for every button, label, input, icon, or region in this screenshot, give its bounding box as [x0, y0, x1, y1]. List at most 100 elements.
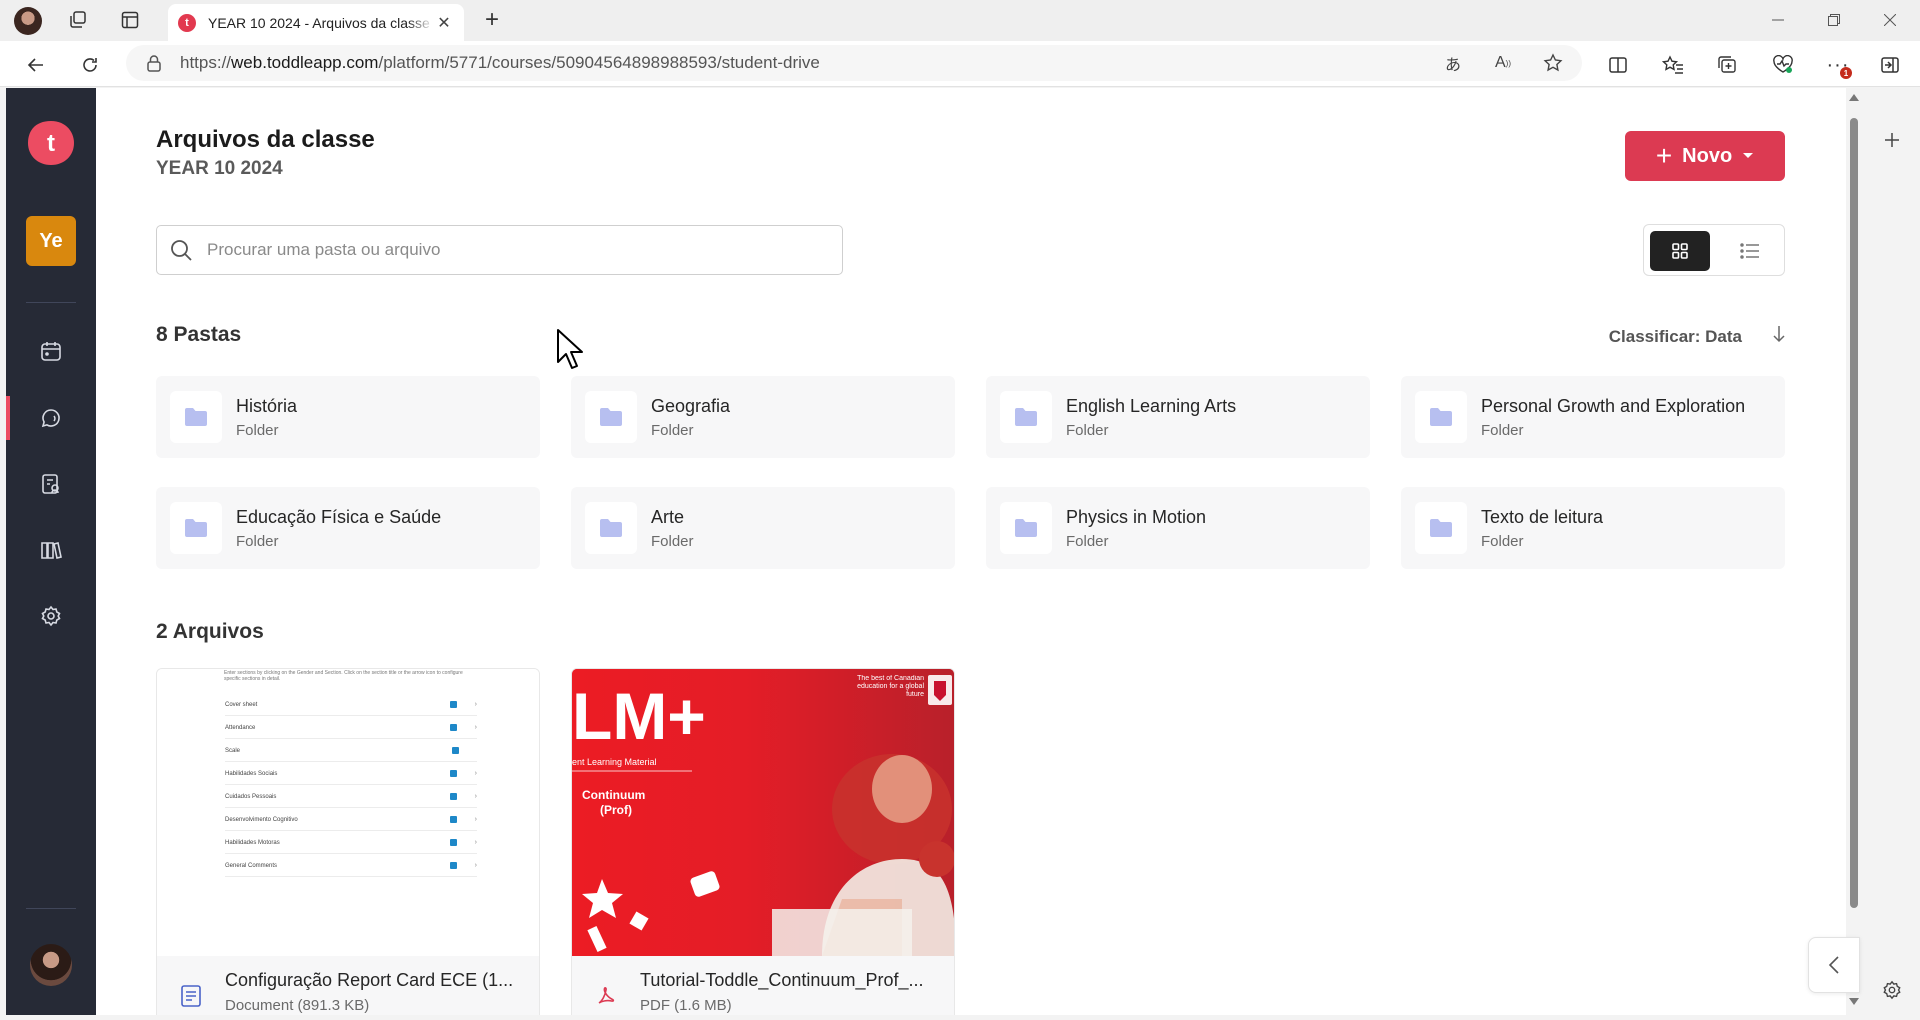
user-avatar[interactable]	[30, 944, 72, 986]
folder-card[interactable]: Arte Folder	[571, 487, 955, 569]
mouse-cursor-icon	[557, 329, 583, 369]
settings-icon[interactable]	[6, 588, 96, 644]
plus-icon: +	[1655, 140, 1673, 171]
gradebook-icon[interactable]	[6, 456, 96, 512]
pdf-thumbnail: LM+ ent Learning Material Continuum (Pro…	[572, 669, 954, 956]
folder-icon	[1415, 502, 1467, 554]
new-button[interactable]: + Novo	[1625, 131, 1785, 181]
folders-heading: 8 Pastas	[156, 323, 242, 346]
folder-card[interactable]: English Learning Arts Folder	[986, 376, 1370, 458]
browser-essentials-icon[interactable]	[1767, 49, 1799, 81]
scroll-up-icon[interactable]	[1849, 94, 1859, 101]
folder-name: Texto de leitura	[1481, 506, 1604, 527]
file-footer: Tutorial-Toddle_Continuum_Prof_... PDF (1…	[572, 956, 954, 1015]
library-icon[interactable]	[6, 522, 96, 578]
arrow-down-icon[interactable]	[1772, 325, 1786, 348]
pdf-label-2: (Prof)	[600, 803, 632, 817]
search-box[interactable]	[156, 225, 843, 275]
tab-actions-icon[interactable]	[116, 6, 144, 34]
doc-thumb-row: Habilidades Sociais	[225, 770, 278, 777]
gear-icon[interactable]	[1876, 974, 1908, 1006]
pdf-icon	[586, 976, 626, 1015]
folder-card[interactable]: Physics in Motion Folder	[986, 487, 1370, 569]
chevron-left-icon[interactable]	[1808, 937, 1860, 993]
add-icon[interactable]	[1876, 124, 1908, 156]
new-button-label: Novo	[1682, 144, 1733, 167]
restore-icon[interactable]	[1806, 0, 1862, 40]
favorites-icon[interactable]	[1657, 49, 1689, 81]
toddle-logo[interactable]: t	[26, 118, 76, 168]
folder-type: Folder	[1066, 421, 1109, 439]
folder-card[interactable]: Texto de leitura Folder	[1401, 487, 1785, 569]
toddle-favicon-icon: t	[178, 13, 196, 32]
sort-control[interactable]: Classificar: Data	[1609, 325, 1786, 348]
sidebar-toggle-icon[interactable]	[1874, 49, 1906, 81]
pdf-brand: LM+	[572, 679, 706, 753]
lock-icon[interactable]	[146, 53, 166, 73]
refresh-icon[interactable]	[74, 49, 106, 81]
folder-name: Physics in Motion	[1066, 506, 1207, 527]
folder-icon	[170, 391, 222, 443]
folder-card[interactable]: Geografia Folder	[571, 376, 955, 458]
folder-icon	[585, 391, 637, 443]
doc-thumb-row: Habilidades Motoras	[225, 839, 280, 846]
folder-icon	[170, 502, 222, 554]
translate-icon[interactable]: あ	[1441, 51, 1465, 75]
doc-thumb-row: Cover sheet	[225, 701, 258, 708]
browser-profile-avatar[interactable]	[14, 7, 42, 35]
folder-name: Personal Growth and Exploration	[1481, 395, 1746, 416]
nav-divider	[26, 908, 76, 909]
file-card[interactable]: LM+ ent Learning Material Continuum (Pro…	[571, 668, 955, 1015]
folder-card[interactable]: Personal Growth and Exploration Folder	[1401, 376, 1785, 458]
browser-tab-active[interactable]: t YEAR 10 2024 - Arquivos da classe ✕	[168, 4, 464, 41]
file-meta: Document (891.3 KB)	[225, 997, 370, 1014]
close-window-icon[interactable]	[1862, 0, 1918, 40]
folder-card[interactable]: História Folder	[156, 376, 540, 458]
close-tab-icon[interactable]: ✕	[434, 13, 454, 33]
main-content: Arquivos da classe YEAR 10 2024 + Novo 8…	[96, 88, 1846, 1015]
chat-icon[interactable]	[6, 390, 96, 446]
back-arrow-icon[interactable]	[20, 49, 52, 81]
workspaces-icon[interactable]	[64, 6, 92, 34]
doc-thumb-row: Desenvolvimento Cognitivo	[225, 816, 298, 823]
browser-side-panel	[1862, 88, 1920, 1020]
view-toggle	[1643, 224, 1785, 276]
search-input[interactable]	[207, 240, 807, 260]
folder-icon	[1000, 502, 1052, 554]
folder-card[interactable]: Educação Física e Saúde Folder	[156, 487, 540, 569]
calendar-icon[interactable]	[6, 323, 96, 379]
url-text: https://web.toddleapp.com/platform/5771/…	[180, 53, 820, 72]
pdf-tagline: The best of Canadian education for a glo…	[857, 675, 924, 698]
page-scrollbar[interactable]	[1846, 88, 1862, 1015]
grid-view-icon[interactable]	[1650, 231, 1710, 271]
file-card[interactable]: Enter sections by clicking on the Gender…	[156, 668, 540, 1015]
folder-type: Folder	[1481, 532, 1524, 550]
folder-icon	[585, 502, 637, 554]
url-field[interactable]: https://web.toddleapp.com/platform/5771/…	[126, 45, 1582, 81]
scroll-down-icon[interactable]	[1849, 998, 1859, 1005]
document-thumbnail: Enter sections by clicking on the Gender…	[157, 669, 539, 956]
class-badge[interactable]: Ye	[26, 216, 76, 266]
favorite-star-icon[interactable]	[1541, 51, 1565, 75]
read-aloud-icon[interactable]: A))	[1491, 51, 1515, 75]
collections-icon[interactable]	[1712, 49, 1744, 81]
sort-label[interactable]: Classificar: Data	[1609, 327, 1742, 347]
nav-divider	[26, 302, 76, 303]
folder-type: Folder	[651, 421, 694, 439]
pdf-brand-sub: ent Learning Material	[572, 757, 657, 767]
folder-type: Folder	[651, 532, 694, 550]
folder-name: História	[236, 395, 298, 416]
folder-name: English Learning Arts	[1066, 395, 1237, 416]
scroll-thumb[interactable]	[1850, 118, 1858, 908]
new-tab-button[interactable]: +	[478, 6, 506, 34]
list-view-icon[interactable]	[1720, 231, 1780, 271]
split-screen-icon[interactable]	[1602, 49, 1634, 81]
folder-name: Geografia	[651, 395, 731, 416]
folder-icon	[1415, 391, 1467, 443]
browser-tabbar: t YEAR 10 2024 - Arquivos da classe ✕ +	[0, 0, 1920, 41]
file-name: Tutorial-Toddle_Continuum_Prof_...	[640, 970, 924, 990]
doc-thumb-row: Scale	[225, 747, 241, 754]
more-menu-icon[interactable]: ··· 1	[1822, 49, 1854, 81]
page-subtitle: YEAR 10 2024	[156, 158, 283, 179]
minimize-icon[interactable]	[1750, 0, 1806, 40]
